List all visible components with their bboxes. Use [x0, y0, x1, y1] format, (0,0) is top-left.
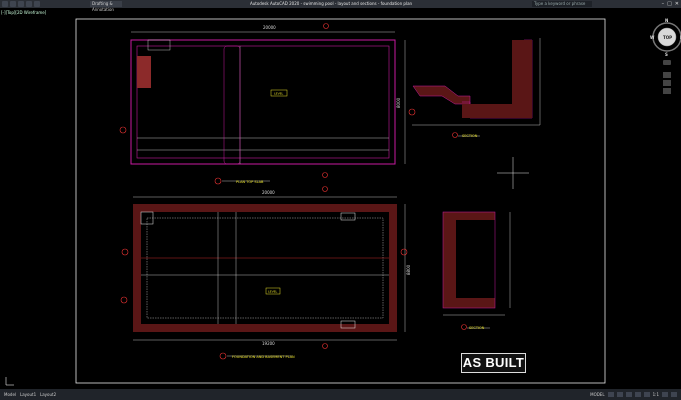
viewcube-south: S	[665, 52, 668, 57]
as-built-stamp: AS BUILT	[461, 353, 526, 373]
drawing-canvas[interactable]: 20000 PLAN TOP SLAB LEVEL 8000 20000 192…	[0, 16, 681, 388]
section-b	[442, 211, 511, 330]
workspace-selector[interactable]: Drafting & Annotation	[90, 1, 122, 12]
plan-top-title: PLAN TOP SLAB	[236, 180, 264, 184]
viewport-controls[interactable]: [-][Top][2D Wireframe]	[0, 9, 46, 16]
new-icon[interactable]	[2, 1, 8, 7]
plan-top-slab	[119, 23, 416, 185]
dim-bottom-width: 20000	[262, 190, 275, 195]
ortho-icon[interactable]	[625, 392, 632, 397]
viewcube-west: W	[650, 35, 655, 40]
navigation-bar[interactable]	[663, 72, 671, 94]
title-bar: Drafting & Annotation Autodesk AutoCAD 2…	[0, 0, 681, 12]
snap-icon[interactable]	[616, 392, 623, 397]
window-title: Autodesk AutoCAD 2020 - swimming pool - …	[250, 1, 413, 6]
section-a	[412, 38, 541, 138]
open-icon[interactable]	[10, 1, 16, 7]
dim-top-width: 20000	[263, 25, 276, 30]
undo-icon[interactable]	[26, 1, 32, 7]
crosshair-cursor	[497, 157, 529, 189]
menu-icon[interactable]	[671, 392, 677, 397]
maximize-icon[interactable]: □	[667, 0, 672, 8]
dim-bottom-inner: 19200	[262, 341, 275, 346]
search-input[interactable]: Type a keyword or phrase	[532, 1, 592, 7]
section-b-title: SECTION	[469, 326, 485, 330]
section-a-title: SECTION	[462, 134, 478, 138]
status-bar: Model Layout1 Layout2 MODEL 1:1	[0, 389, 681, 400]
viewcube-north: N	[665, 18, 668, 23]
pool-label-top: LEVEL	[274, 92, 284, 96]
polar-icon[interactable]	[634, 392, 641, 397]
model-indicator[interactable]: MODEL	[590, 392, 604, 397]
pool-label-bottom: LEVEL	[268, 290, 278, 294]
annotation-scale[interactable]: 1:1	[653, 392, 659, 397]
dim-height-bottom: 8800	[406, 264, 411, 275]
plan-bottom-title: FOUNDATION AND BASEMENT PLAN	[232, 355, 295, 359]
tab-layout2[interactable]: Layout2	[40, 389, 56, 400]
viewcube-face: TOP	[663, 35, 672, 40]
minimize-icon[interactable]: –	[662, 0, 665, 8]
redo-icon[interactable]	[34, 1, 40, 7]
osnap-icon[interactable]	[643, 392, 650, 397]
foundation-plan	[120, 186, 408, 360]
grid-icon[interactable]	[607, 392, 614, 397]
tab-layout1[interactable]: Layout1	[20, 389, 36, 400]
save-icon[interactable]	[18, 1, 24, 7]
quick-access-toolbar	[2, 1, 40, 7]
tab-model[interactable]: Model	[4, 389, 16, 400]
viewcube[interactable]: TOP N S W E	[650, 18, 681, 65]
close-icon[interactable]: ✕	[675, 0, 679, 8]
dim-height-top: 8000	[396, 97, 401, 108]
ucs-icon	[5, 377, 14, 386]
settings-icon[interactable]	[662, 392, 668, 397]
